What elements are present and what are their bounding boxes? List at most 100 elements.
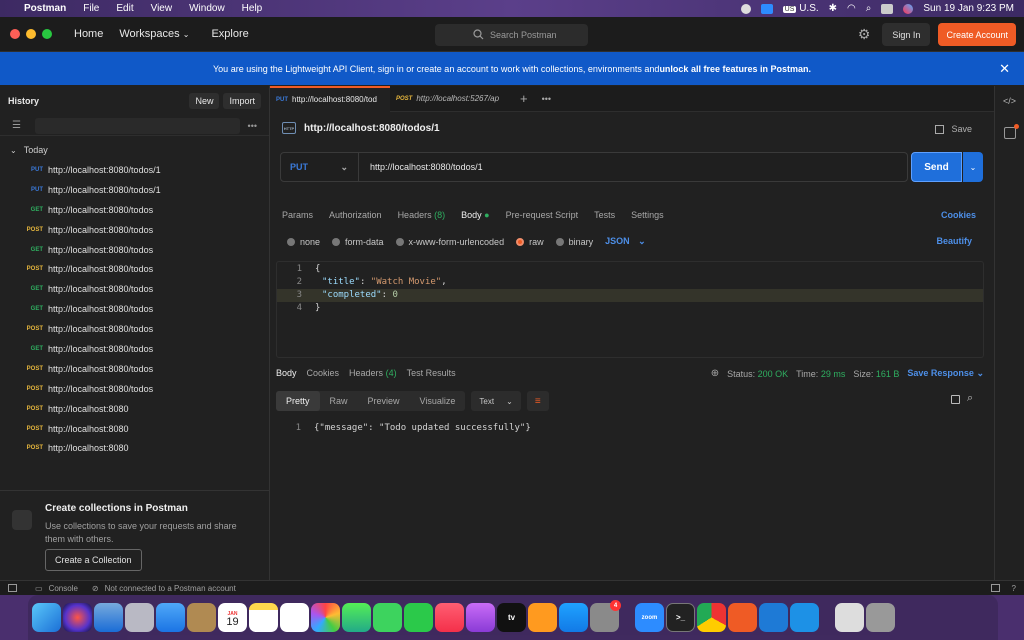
zoom-menu-icon[interactable] [760, 3, 773, 14]
method-select[interactable]: PUT ⌄ [281, 153, 359, 181]
response-tab-cookies[interactable]: Cookies [307, 368, 340, 378]
trash-icon[interactable] [866, 603, 895, 632]
calendar-icon[interactable]: JAN 19 [218, 603, 247, 632]
apple-tv-icon[interactable]: tv [497, 603, 526, 632]
app-store-icon[interactable] [559, 603, 588, 632]
menu-edit[interactable]: Edit [116, 3, 133, 14]
info-icon[interactable] [1004, 127, 1016, 139]
status-code[interactable]: Status: 200 OK [727, 369, 788, 379]
contacts-icon[interactable] [187, 603, 216, 632]
history-item[interactable]: GET http://localhost:8080/todos [0, 240, 269, 260]
body-type-raw[interactable]: raw [516, 237, 544, 247]
finder-icon[interactable] [32, 603, 61, 632]
banner-bold-text[interactable]: unlock all free features in Postman. [659, 64, 811, 74]
wrap-lines-icon[interactable]: ≡ [526, 391, 549, 411]
tab-authorization[interactable]: Authorization [329, 210, 382, 220]
send-button[interactable]: Send [911, 152, 962, 182]
request-title-text[interactable]: http://localhost:8080/todos/1 [304, 123, 440, 134]
create-account-button[interactable]: Create Account [938, 23, 1016, 46]
url-input[interactable]: http://localhost:8080/todos/1 [359, 162, 483, 172]
status-icon[interactable] [740, 3, 751, 14]
copy-icon[interactable] [951, 395, 960, 404]
more-options-icon[interactable]: ••• [248, 121, 257, 131]
save-response-button[interactable]: Save Response ⌄ [907, 368, 984, 379]
minimize-window-button[interactable] [26, 29, 36, 39]
tab-settings[interactable]: Settings [631, 210, 664, 220]
cookies-link[interactable]: Cookies [941, 210, 976, 220]
tab-put-todos[interactable]: PUT http://localhost:8080/tod [270, 85, 390, 112]
tab-headers[interactable]: Headers (8) [398, 210, 446, 220]
system-settings-icon[interactable]: 4 [590, 600, 621, 632]
history-item[interactable]: POST http://localhost:8080 [0, 419, 269, 439]
siri-icon[interactable] [63, 603, 92, 632]
new-tab-icon[interactable]: + [520, 91, 528, 106]
response-tab-headers[interactable]: Headers (4) [349, 368, 397, 378]
history-item[interactable]: GET http://localhost:8080/todos [0, 200, 269, 220]
response-body[interactable]: 1 {"message": "Todo updated successfully… [276, 422, 976, 435]
import-button[interactable]: Import [223, 93, 261, 109]
history-item[interactable]: POST http://localhost:8080/todos [0, 220, 269, 240]
history-item[interactable]: PUT http://localhost:8080/todos/1 [0, 180, 269, 200]
tab-body[interactable]: Body ● [461, 210, 489, 220]
response-tab-test-results[interactable]: Test Results [407, 368, 456, 378]
bluetooth-icon[interactable]: ✱ [829, 3, 837, 14]
globe-icon[interactable]: ⊕ [711, 368, 719, 379]
body-type-binary[interactable]: binary [555, 237, 593, 247]
messages-icon[interactable] [373, 603, 402, 632]
safari-icon[interactable] [94, 603, 123, 632]
postman-icon[interactable] [728, 603, 757, 632]
zoom-app-icon[interactable]: zoom [635, 603, 664, 632]
close-window-button[interactable] [10, 29, 20, 39]
response-time[interactable]: Time: 29 ms [796, 369, 845, 379]
history-search-input[interactable] [34, 117, 240, 134]
format-select[interactable]: JSON ⌄ [605, 236, 646, 247]
body-type-urlencoded[interactable]: x-www-form-urlencoded [395, 237, 504, 247]
beautify-link[interactable]: Beautify [936, 236, 972, 246]
tab-more-icon[interactable]: ••• [542, 94, 551, 104]
create-collection-button[interactable]: Create a Collection [45, 549, 142, 571]
control-center-icon[interactable] [881, 3, 894, 14]
settings-gear-icon[interactable]: ⚙ [858, 26, 871, 43]
menu-view[interactable]: View [151, 3, 173, 14]
body-type-none[interactable]: none [287, 237, 320, 247]
view-visualize[interactable]: Visualize [410, 391, 466, 411]
history-item[interactable]: POST http://localhost:8080 [0, 438, 269, 458]
history-item[interactable]: POST http://localhost:8080/todos [0, 259, 269, 279]
filter-icon[interactable]: ☰ [12, 120, 21, 131]
reminders-icon[interactable] [280, 603, 309, 632]
menu-window[interactable]: Window [189, 3, 225, 14]
terminal-icon[interactable]: >_ [666, 603, 695, 632]
music-icon[interactable] [435, 603, 464, 632]
nav-home[interactable]: Home [74, 28, 103, 40]
photos-icon[interactable] [311, 603, 340, 632]
menu-file[interactable]: File [83, 3, 99, 14]
history-item[interactable]: POST http://localhost:8080/todos [0, 379, 269, 399]
send-options-dropdown[interactable]: ⌄ [963, 152, 983, 182]
history-item[interactable]: POST http://localhost:8080 [0, 399, 269, 419]
facetime-icon[interactable] [404, 603, 433, 632]
history-group-today[interactable]: ⌄ Today [0, 140, 269, 160]
history-item[interactable]: PUT http://localhost:8080/todos/1 [0, 160, 269, 180]
view-pretty[interactable]: Pretty [276, 391, 320, 411]
podcasts-icon[interactable] [466, 603, 495, 632]
menu-help[interactable]: Help [242, 3, 263, 14]
menubar-clock[interactable]: Sun 19 Jan 9:23 PM [923, 3, 1014, 14]
nav-explore[interactable]: Explore [211, 28, 248, 40]
nav-workspaces[interactable]: Workspaces ⌄ [119, 28, 189, 40]
spotlight-icon[interactable]: ⌕ [866, 3, 872, 14]
docker-icon[interactable] [790, 603, 819, 632]
search-input[interactable]: Search Postman [435, 24, 588, 46]
sign-in-button[interactable]: Sign In [882, 23, 931, 46]
history-item[interactable]: POST http://localhost:8080/todos [0, 319, 269, 339]
chrome-icon[interactable] [697, 603, 726, 632]
response-tab-body[interactable]: Body [276, 368, 297, 378]
wifi-icon[interactable]: ◠ [847, 3, 856, 14]
maps-icon[interactable] [342, 603, 371, 632]
response-size[interactable]: Size: 161 B [853, 369, 899, 379]
close-icon[interactable]: ✕ [999, 61, 1010, 77]
response-type-select[interactable]: Text ⌄ [471, 391, 521, 411]
mail-icon[interactable] [156, 603, 185, 632]
input-source[interactable]: US U.S. [782, 3, 819, 14]
tab-post-5267[interactable]: POST http://localhost:5267/ap [390, 86, 510, 112]
body-type-form-data[interactable]: form-data [332, 237, 384, 247]
